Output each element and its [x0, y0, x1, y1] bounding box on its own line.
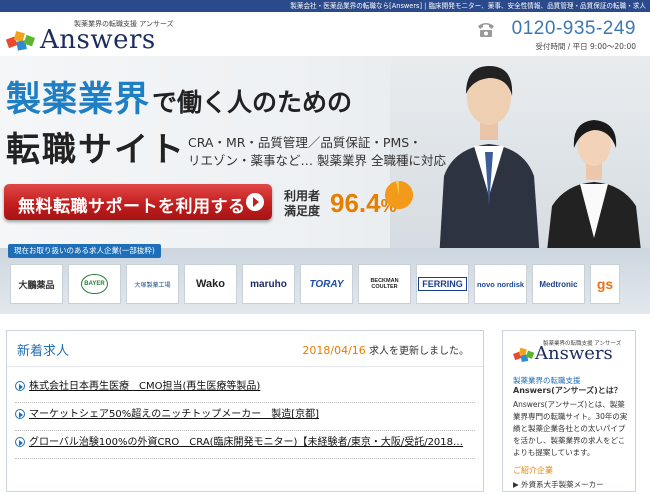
hero-subtext-line2: リエゾン・薬事など… 製薬業界 全職種に対応	[188, 153, 446, 168]
logo-name: Answers	[40, 25, 156, 55]
company-bar: 現在お取り扱いのある求人企業(一部抜粋) 大鵬薬品 BAYER 大塚製薬工場 W…	[0, 244, 650, 314]
arrow-circle-icon	[15, 437, 25, 447]
satisfaction-label-line2: 満足度	[284, 204, 321, 218]
company-name: Medtronic	[539, 279, 578, 289]
sidebar-list-item[interactable]: ▶ 外資系大手製薬メーカー	[513, 479, 604, 490]
headline-rest: で働く人のための	[152, 88, 353, 117]
company-logo[interactable]: maruho	[242, 264, 295, 304]
list-item: 株式会社日本再生医療 CMO担当(再生医療等製品)	[15, 375, 475, 403]
arrow-circle-icon	[15, 381, 25, 391]
company-logo[interactable]: Wako	[184, 264, 237, 304]
job-list: 株式会社日本再生医療 CMO担当(再生医療等製品) マーケットシェア50%超えの…	[15, 375, 475, 459]
company-name: maruho	[250, 278, 287, 290]
free-support-button[interactable]: 無料転職サポートを利用する	[4, 184, 272, 220]
sidebar-section-title: ご紹介企業	[513, 466, 553, 475]
satisfaction-label: 利用者 満足度	[284, 189, 320, 219]
company-logo[interactable]: novo nordisk	[474, 264, 527, 304]
sidebar-description: Answers(アンサーズ)とは、製薬業界専門の転職サイト。30年の実績と製薬企…	[513, 400, 628, 457]
businessman-image	[439, 66, 540, 260]
company-name: novo nordisk	[476, 279, 525, 289]
puzzle-logo-icon	[6, 31, 36, 51]
company-name: Wako	[196, 278, 225, 290]
update-notice: 2018/04/16 求人を更新しました。	[302, 342, 469, 357]
company-logo[interactable]: Medtronic	[532, 264, 585, 304]
company-logo[interactable]: BECKMAN COULTER	[358, 264, 411, 304]
company-logo[interactable]: BAYER	[68, 264, 121, 304]
new-jobs-panel: 新着求人 2018/04/16 求人を更新しました。 株式会社日本再生医療 CM…	[6, 330, 484, 492]
hero-banner: 製薬業界で働く人のための 転職サイト CRA・MR・品質管理／品質保証・PMS・…	[0, 56, 650, 260]
top-strip: 製薬会社・医薬品業界の転職なら[Answers] | 臨床開発モニター、薬事、安…	[0, 0, 650, 12]
cta-label: 無料転職サポートを利用する	[18, 197, 246, 217]
phone-contact[interactable]: 0120-935-249 受付時間 / 平日 9:00～20:00	[466, 18, 636, 52]
phone-number: 0120-935-249	[511, 18, 636, 39]
company-name: 大塚製薬工場	[134, 281, 171, 289]
businesswoman-image	[546, 120, 642, 260]
company-name: BECKMAN COULTER	[370, 278, 399, 290]
job-link[interactable]: マーケットシェア50%超えのニッチトップメーカー 製造[京都]	[29, 403, 475, 427]
company-logo[interactable]: gs	[590, 264, 620, 304]
satisfaction-label-line1: 利用者	[284, 189, 321, 203]
job-link[interactable]: 株式会社日本再生医療 CMO担当(再生医療等製品)	[29, 375, 475, 399]
phone-icon	[478, 23, 494, 37]
phone-hours: 受付時間 / 平日 9:00～20:00	[535, 42, 636, 51]
company-name: FERRING	[418, 277, 467, 291]
company-name: 大鵬薬品	[18, 279, 55, 290]
hero-subtext: CRA・MR・品質管理／品質保証・PMS・ リエゾン・薬事など… 製薬業界 全職…	[188, 134, 446, 170]
sidebar-list-label: 外資系大手製薬メーカー	[521, 480, 604, 489]
company-name: gs	[596, 276, 614, 292]
sidebar-logo-name: Answers	[535, 343, 613, 364]
company-name: BAYER	[81, 274, 108, 294]
update-text: 求人を更新しました。	[369, 346, 469, 357]
puzzle-logo-icon	[513, 347, 535, 362]
arrow-right-icon	[246, 193, 264, 211]
arrow-circle-icon	[15, 409, 25, 419]
list-item: グローバル治験100%の外資CRO CRA(臨床開発モニター)【未経験者/東京・…	[15, 431, 475, 459]
hero-headline: 製薬業界で働く人のための	[6, 80, 352, 120]
company-logo[interactable]: TORAY	[300, 264, 353, 304]
site-logo[interactable]: 製薬業界の転職支援 アンサーズ Answers	[6, 16, 176, 54]
pie-chart-icon	[385, 181, 414, 209]
satisfaction-number: 96.4	[330, 188, 381, 218]
headline-second: 転職サイト	[6, 130, 186, 170]
company-bar-label: 現在お取り扱いのある求人企業(一部抜粋)	[8, 244, 161, 258]
sidebar-logo[interactable]: 製薬業界の転職支援 アンサーズ Answers	[511, 337, 631, 369]
company-name: TORAY	[309, 278, 344, 290]
new-jobs-title: 新着求人	[17, 344, 70, 359]
headline-highlight: 製薬業界	[6, 80, 151, 120]
company-logo-list: 大鵬薬品 BAYER 大塚製薬工場 Wako maruho TORAY BECK…	[10, 264, 620, 304]
update-date: 2018/04/16	[302, 344, 366, 357]
sidebar-about: 製薬業界の転職支援 アンサーズ Answers 製薬業界の転職支援 Answer…	[502, 330, 636, 492]
job-link[interactable]: グローバル治験100%の外資CRO CRA(臨床開発モニター)【未経験者/東京・…	[29, 431, 475, 455]
company-logo[interactable]: 大塚製薬工場	[126, 264, 179, 304]
new-jobs-header: 新着求人 2018/04/16 求人を更新しました。	[7, 331, 483, 367]
company-logo[interactable]: FERRING	[416, 264, 469, 304]
top-strip-text: 製薬会社・医薬品業界の転職なら[Answers] | 臨床開発モニター、薬事、安…	[290, 2, 646, 10]
hero-subtext-line1: CRA・MR・品質管理／品質保証・PMS・	[188, 135, 422, 150]
list-item: マーケットシェア50%超えのニッチトップメーカー 製造[京都]	[15, 403, 475, 431]
header: 製薬業界の転職支援 アンサーズ Answers 0120-935-249 受付時…	[0, 12, 650, 56]
page: 製薬会社・医薬品業界の転職なら[Answers] | 臨床開発モニター、薬事、安…	[0, 0, 650, 492]
company-logo[interactable]: 大鵬薬品	[10, 264, 63, 304]
sidebar-heading: Answers(アンサーズ)とは？	[513, 386, 622, 395]
